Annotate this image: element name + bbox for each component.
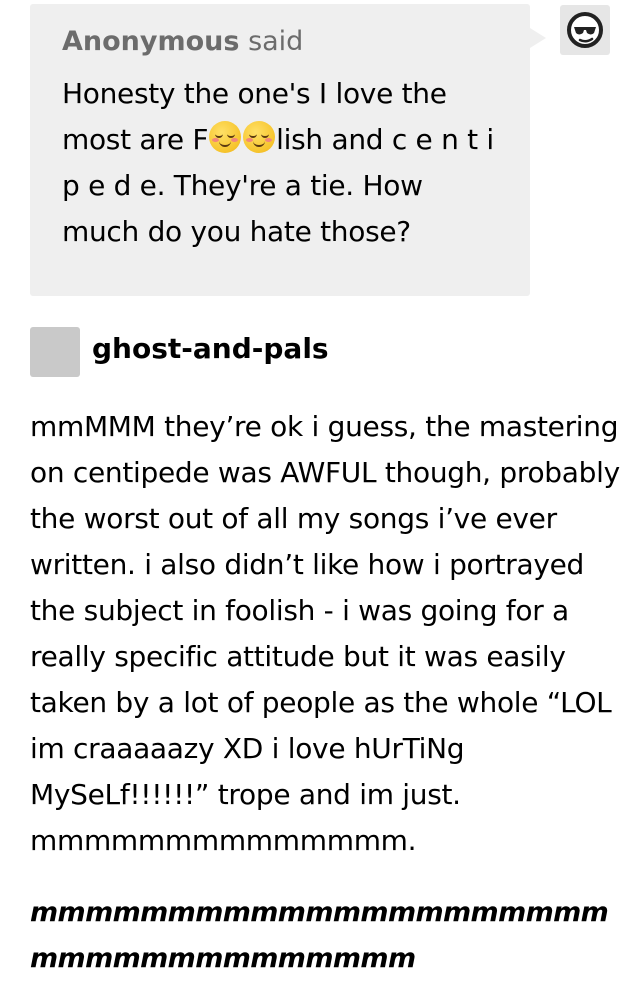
smiling-face-icon <box>243 121 276 153</box>
ask-bubble-tail <box>530 28 546 48</box>
ask-bubble: Anonymous said Honesty the one's I love … <box>30 4 546 296</box>
answerer-username[interactable]: ghost-and-pals <box>92 332 329 365</box>
ask-question: Honesty the one's I love the most are Fl… <box>62 71 498 255</box>
anonymous-avatar[interactable] <box>560 5 610 55</box>
answer-emphasis-text: mmmmmmmmmmmmmmmmmmmmmmmmmmmmmmmmmmm <box>30 897 609 974</box>
answer-text: mmMMM they’re ok i guess, the mastering … <box>30 410 620 857</box>
asker-name[interactable]: Anonymous <box>62 26 239 57</box>
answerer-avatar[interactable] <box>30 327 80 377</box>
smiling-face-icon <box>209 121 242 153</box>
asker-verb: said <box>248 26 304 57</box>
ask-header: Anonymous said <box>62 26 498 57</box>
anonymous-sunglasses-icon <box>567 12 603 48</box>
